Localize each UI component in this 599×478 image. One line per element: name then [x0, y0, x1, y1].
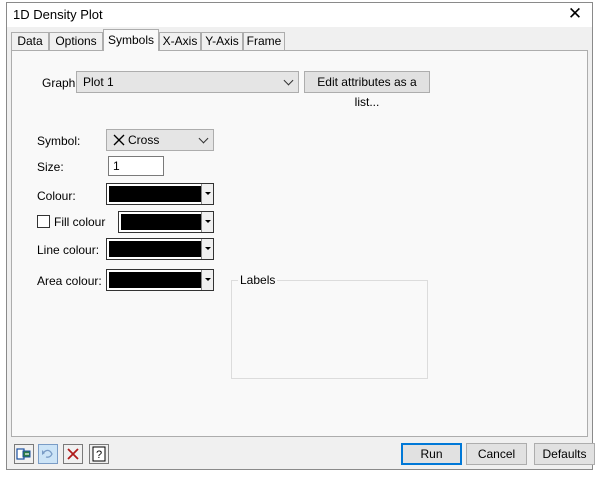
fill-colour-swatch [121, 214, 201, 230]
cancel-button[interactable]: Cancel [466, 443, 527, 465]
chevron-down-icon [283, 75, 294, 86]
title-bar: 1D Density Plot ✕ [7, 3, 592, 27]
size-input[interactable]: 1 [108, 156, 164, 176]
symbol-select[interactable]: Cross [106, 129, 214, 151]
area-colour-label: Area colour: [37, 274, 102, 288]
size-label: Size: [37, 160, 64, 174]
colour-swatch [109, 186, 201, 202]
fill-colour-label: Fill colour [54, 215, 106, 229]
tab-data[interactable]: Data [11, 32, 49, 50]
clear-icon[interactable] [63, 444, 83, 464]
chevron-down-icon [198, 133, 209, 144]
line-colour-label: Line colour: [37, 243, 100, 257]
fill-colour-checkbox[interactable] [37, 215, 50, 228]
symbols-panel: Graph: Plot 1 Edit attributes as a list.… [11, 50, 588, 437]
edit-attributes-button[interactable]: Edit attributes as a list... [304, 71, 430, 109]
window-title: 1D Density Plot [13, 7, 103, 22]
colour-picker[interactable] [106, 183, 214, 205]
area-colour-swatch [109, 272, 201, 288]
area-colour-picker[interactable] [106, 269, 214, 291]
help-icon[interactable]: ? [89, 444, 109, 464]
defaults-button[interactable]: Defaults [534, 443, 595, 465]
graph-select-value: Plot 1 [83, 75, 114, 89]
fill-colour-picker[interactable] [118, 211, 214, 233]
close-icon[interactable]: ✕ [558, 3, 592, 27]
dropdown-arrow-icon[interactable] [201, 184, 213, 204]
labels-groupbox: Labels [231, 273, 428, 379]
labels-group-title: Labels [238, 273, 278, 287]
tab-frame[interactable]: Frame [243, 32, 285, 50]
symbol-select-value: Cross [128, 133, 160, 147]
line-colour-swatch [109, 241, 201, 257]
run-button[interactable]: Run [401, 443, 462, 465]
dropdown-arrow-icon[interactable] [201, 212, 213, 232]
open-icon[interactable] [14, 444, 34, 464]
tab-x-axis[interactable]: X-Axis [159, 32, 201, 50]
dropdown-arrow-icon[interactable] [201, 270, 213, 290]
dropdown-arrow-icon[interactable] [201, 239, 213, 259]
tab-y-axis[interactable]: Y-Axis [201, 32, 243, 50]
colour-label: Colour: [37, 189, 76, 203]
dialog-window: 1D Density Plot ✕ Data Options Symbols X… [6, 2, 595, 470]
graph-select[interactable]: Plot 1 [76, 71, 299, 93]
graph-label: Graph: [42, 76, 79, 90]
svg-text:?: ? [96, 449, 102, 461]
size-input-value: 1 [113, 159, 120, 173]
undo-icon[interactable] [38, 444, 58, 464]
symbol-label: Symbol: [37, 134, 81, 148]
line-colour-picker[interactable] [106, 238, 214, 260]
tab-options[interactable]: Options [49, 32, 103, 50]
tab-symbols[interactable]: Symbols [103, 29, 159, 51]
cross-icon [113, 134, 125, 146]
